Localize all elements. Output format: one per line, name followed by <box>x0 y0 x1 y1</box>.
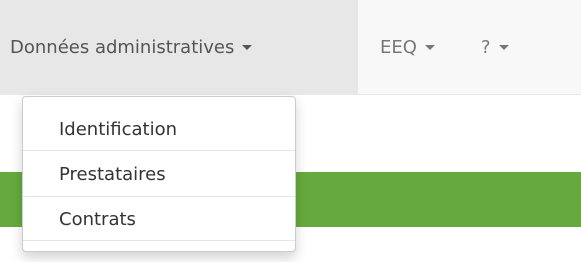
caret-down-icon <box>498 45 509 50</box>
menu-divider <box>23 196 295 197</box>
navbar: Données administratives EEQ ? <box>0 0 581 95</box>
nav-item-donnees-administratives[interactable]: Données administratives <box>0 0 358 95</box>
menu-divider <box>23 240 295 241</box>
nav-item-label: ? <box>481 37 491 58</box>
nav-item-eeq[interactable]: EEQ <box>380 0 460 95</box>
menu-item-label: Identification <box>59 119 178 140</box>
caret-down-icon <box>424 45 435 50</box>
caret-down-icon <box>242 45 253 50</box>
menu-item-identification[interactable]: Identification <box>23 111 295 148</box>
menu-item-label: Contrats <box>59 209 136 230</box>
menu-item-contrats[interactable]: Contrats <box>23 201 295 238</box>
nav-item-label: Données administratives <box>10 37 235 58</box>
dropdown-menu: Identification Prestataires Contrats <box>22 96 296 252</box>
nav-item-label: EEQ <box>380 37 417 58</box>
menu-item-prestataires[interactable]: Prestataires <box>23 156 295 193</box>
menu-item-label: Prestataires <box>59 164 166 185</box>
menu-divider <box>23 150 295 151</box>
nav-item-help[interactable]: ? <box>481 0 551 95</box>
